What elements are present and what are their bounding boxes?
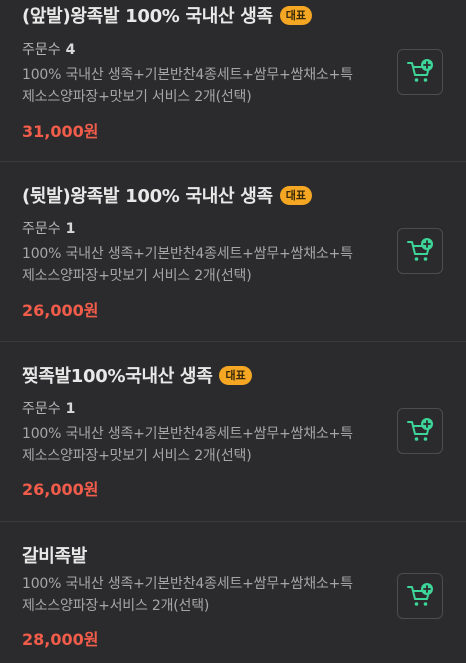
menu-item-title-row: 갈비족발: [22, 543, 87, 567]
order-count-label: 주문수: [22, 221, 61, 237]
menu-item-price: 26,000원: [22, 480, 99, 499]
add-to-cart-button[interactable]: [397, 228, 443, 274]
menu-item-description: 100% 국내산 생족+기본반찬4종세트+쌈무+쌈채소+특 제소스양파장+맛보기…: [22, 423, 382, 467]
order-count-value: 4: [65, 42, 76, 58]
description-line: 제소스양파장+맛보기 서비스 2개(선택): [22, 268, 252, 284]
description-line: 100% 국내산 생족+기본반찬4종세트+쌈무+쌈채소+특: [22, 426, 353, 442]
menu-item-description: 100% 국내산 생족+기본반찬4종세트+쌈무+쌈채소+특 제소스양파장+맛보기…: [22, 243, 382, 287]
menu-item-description: 100% 국내산 생족+기본반찬4종세트+쌈무+쌈채소+특 제소스양파장+서비스…: [22, 573, 382, 617]
description-line: 100% 국내산 생족+기본반찬4종세트+쌈무+쌈채소+특: [22, 246, 353, 262]
menu-item-description: 100% 국내산 생족+기본반찬4종세트+쌈무+쌈채소+특 제소스양파장+맛보기…: [22, 64, 382, 108]
cart-add-icon: [407, 418, 433, 441]
menu-item-title-row: (뒷발)왕족발 100% 국내산 생족 대표: [22, 183, 313, 207]
menu-item-name: 갈비족발: [22, 546, 88, 567]
menu-item-name: (앞발)왕족발 100% 국내산 생족: [22, 6, 273, 27]
description-line: 제소스양파장+맛보기 서비스 2개(선택): [22, 89, 252, 105]
description-line: 100% 국내산 생족+기본반찬4종세트+쌈무+쌈채소+특: [22, 67, 353, 83]
menu-item-price: 28,000원: [22, 630, 99, 649]
menu-item-price: 26,000원: [22, 301, 99, 320]
order-count-value: 1: [65, 221, 76, 237]
menu-item[interactable]: 갈비족발 100% 국내산 생족+기본반찬4종세트+쌈무+쌈채소+특 제소스양파…: [0, 522, 466, 663]
order-count: 주문수 1: [22, 218, 75, 238]
add-to-cart-button[interactable]: [397, 573, 443, 619]
representative-badge: 대표: [219, 365, 252, 385]
order-count-label: 주문수: [22, 42, 61, 58]
menu-item-title-row: 찢족발100%국내산 생족 대표: [22, 363, 252, 387]
menu-item-price: 31,000원: [22, 122, 99, 141]
cart-add-icon: [407, 59, 433, 82]
menu-item[interactable]: (뒷발)왕족발 100% 국내산 생족 대표 주문수 1 100% 국내산 생족+…: [0, 162, 466, 342]
description-line: 100% 국내산 생족+기본반찬4종세트+쌈무+쌈채소+특: [22, 576, 353, 592]
representative-badge: 대표: [279, 185, 313, 205]
order-count: 주문수 4: [22, 39, 75, 59]
menu-item-title-row: (앞발)왕족발 100% 국내산 생족 대표: [22, 3, 313, 27]
menu-item-name: (뒷발)왕족발 100% 국내산 생족: [22, 186, 273, 207]
order-count: 주문수 1: [22, 398, 75, 418]
add-to-cart-button[interactable]: [397, 49, 443, 95]
order-count-value: 1: [65, 401, 76, 417]
menu-item[interactable]: 찢족발100%국내산 생족 대표 주문수 1 100% 국내산 생족+기본반찬4종…: [0, 342, 466, 522]
description-line: 제소스양파장+맛보기 서비스 2개(선택): [22, 448, 252, 464]
cart-add-icon: [407, 583, 433, 606]
add-to-cart-button[interactable]: [397, 408, 443, 454]
menu-item-name: 찢족발100%국내산 생족: [22, 366, 213, 387]
representative-badge: 대표: [279, 5, 313, 25]
order-count-label: 주문수: [22, 401, 61, 417]
menu-item[interactable]: (앞발)왕족발 100% 국내산 생족 대표 주문수 4 100% 국내산 생족+…: [0, 0, 466, 162]
menu-list: (앞발)왕족발 100% 국내산 생족 대표 주문수 4 100% 국내산 생족+…: [0, 0, 466, 663]
cart-add-icon: [407, 238, 433, 261]
description-line: 제소스양파장+서비스 2개(선택): [22, 598, 210, 614]
